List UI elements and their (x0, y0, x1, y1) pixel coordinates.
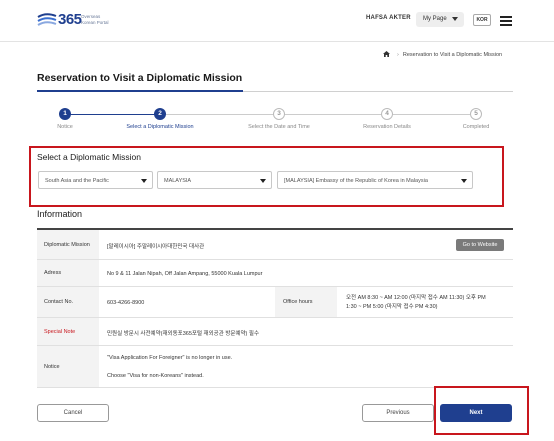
step-completed: 5 Completed (426, 108, 526, 130)
mypage-dropdown[interactable]: My Page (416, 12, 464, 27)
title-divider-accent (37, 90, 243, 92)
next-button-highlight (434, 386, 529, 435)
country-select[interactable]: MALAYSIA (157, 171, 272, 189)
notice-line2: Choose "Visa for non-Koreans" instead. (107, 373, 204, 379)
contact-label: Contact No. (37, 287, 99, 317)
step-label: Select the Date and Time (248, 124, 310, 130)
go-to-website-button[interactable]: Go to Website (456, 239, 504, 251)
user-name: HAFSA AKTER (366, 15, 411, 21)
breadcrumb-current: Reservation to Visit a Diplomatic Missio… (402, 52, 503, 58)
information-table: Diplomatic Mission [말레이시아] 주말레이시아대한민국 대사… (37, 228, 513, 388)
notice-label: Notice (37, 346, 99, 387)
office-hours-value: 오전 AM 8:30 ~ AM 12:00 (마지막 접수 AM 11:30) … (346, 294, 486, 312)
language-toggle[interactable]: KOR (473, 14, 491, 26)
cancel-button[interactable]: Cancel (37, 404, 109, 422)
step-number: 3 (273, 108, 285, 120)
address-value: No 9 & 11 Jalan Nipah, Off Jalan Ampang,… (107, 271, 263, 277)
country-select-value: MALAYSIA (164, 178, 192, 184)
step-select-mission: 2 Select a Diplomatic Mission (110, 108, 210, 130)
hamburger-menu-icon[interactable] (500, 16, 512, 26)
region-select[interactable]: South Asia and the Pacific (38, 171, 153, 189)
mission-select[interactable]: [MALAYSIA] Embassy of the Republic of Ko… (277, 171, 473, 189)
office-hours-line2: 1:30 ~ PM 5:00 (마지막 접수 PM 4:30) (346, 304, 438, 310)
mypage-label: My Page (423, 16, 447, 22)
notice-line1: "Visa Application For Foreigner" is no l… (107, 355, 233, 361)
site-header: 365 Overseas Korean Portal HAFSA AKTER M… (0, 0, 554, 42)
select-mission-title: Select a Diplomatic Mission (37, 152, 141, 162)
step-label: Reservation Details (363, 124, 411, 130)
logo-subtitle: Overseas Korean Portal (81, 14, 121, 26)
office-hours-line1: 오전 AM 8:30 ~ AM 12:00 (마지막 접수 AM 11:30) … (346, 295, 486, 301)
step-label: Select a Diplomatic Mission (126, 124, 194, 130)
address-label: Adress (37, 260, 99, 286)
special-note-label: Special Note (37, 318, 99, 345)
breadcrumb-separator-icon: › (397, 52, 399, 58)
step-reservation-details: 4 Reservation Details (337, 108, 437, 130)
special-note-value: 민원실 방문시 사전예약(재외동포365포털 재외공관 방문예약) 필수 (107, 331, 260, 337)
contact-value: 603-4266-8900 (107, 300, 145, 306)
page-title: Reservation to Visit a Diplomatic Missio… (37, 72, 243, 84)
chevron-down-icon (260, 179, 266, 183)
information-title: Information (37, 209, 83, 219)
office-hours-label: Office hours (275, 287, 337, 317)
diplomatic-mission-label: Diplomatic Mission (37, 230, 99, 259)
diplomatic-mission-value: [말레이시아] 주말레이시아대한민국 대사관 (107, 244, 205, 250)
previous-button[interactable]: Previous (362, 404, 434, 422)
row-contact: Contact No. 603-4266-8900 Office hours 오… (37, 287, 513, 318)
row-address: Adress No 9 & 11 Jalan Nipah, Off Jalan … (37, 260, 513, 287)
chevron-down-icon (141, 179, 147, 183)
step-number: 2 (154, 108, 166, 120)
logo-mark-icon (37, 13, 57, 26)
mission-select-value: [MALAYSIA] Embassy of the Republic of Ko… (284, 178, 428, 184)
row-special-note: Special Note 민원실 방문시 사전예약(재외동포365포털 재외공관… (37, 318, 513, 346)
site-logo[interactable]: 365 Overseas Korean Portal (36, 9, 116, 33)
region-select-value: South Asia and the Pacific (45, 178, 109, 184)
chevron-down-icon (452, 17, 458, 21)
home-icon[interactable] (383, 51, 390, 57)
progress-stepper: 1 Notice 2 Select a Diplomatic Mission 3… (37, 106, 513, 138)
logo-number: 365 (58, 11, 82, 28)
step-label: Notice (57, 124, 73, 130)
step-notice: 1 Notice (15, 108, 115, 130)
step-date-time: 3 Select the Date and Time (229, 108, 329, 130)
step-number: 1 (59, 108, 71, 120)
row-notice: Notice "Visa Application For Foreigner" … (37, 346, 513, 388)
step-label: Completed (462, 124, 490, 130)
step-number: 5 (470, 108, 482, 120)
logo-subtitle-line1: Overseas (81, 14, 101, 19)
breadcrumb: › Reservation to Visit a Diplomatic Missi… (383, 51, 502, 58)
row-diplomatic-mission: Diplomatic Mission [말레이시아] 주말레이시아대한민국 대사… (37, 230, 513, 260)
logo-subtitle-line2: Korean Portal (81, 20, 109, 25)
step-number: 4 (381, 108, 393, 120)
chevron-down-icon (461, 179, 467, 183)
